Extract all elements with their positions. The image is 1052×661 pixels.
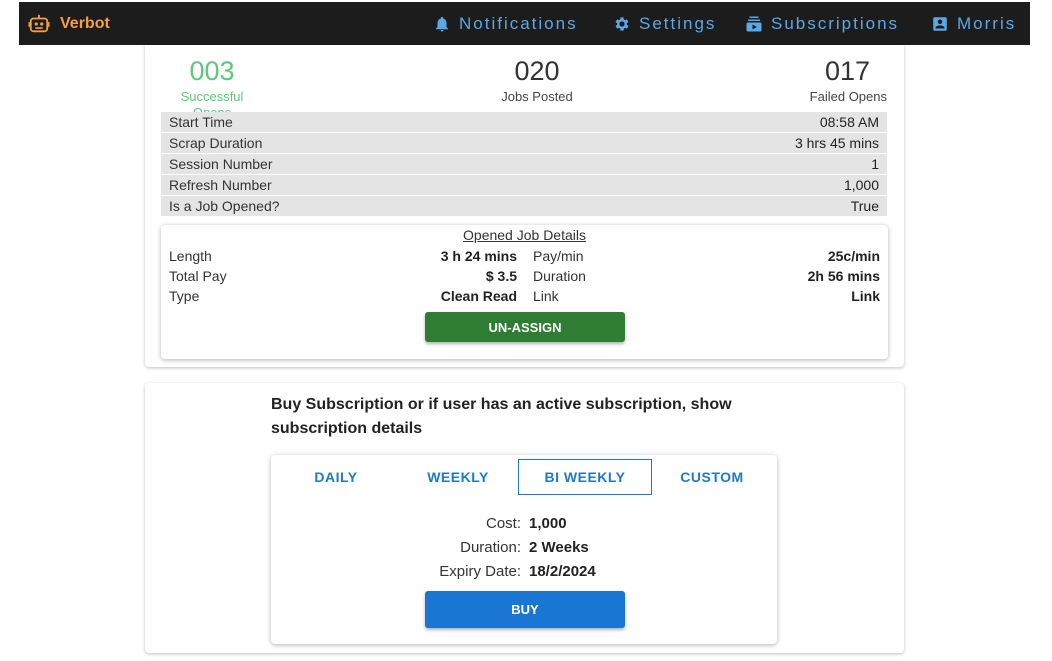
- jobs-posted-label: Jobs Posted: [501, 89, 573, 104]
- job-row: Length 3 h 24 mins Pay/min 25c/min: [169, 246, 880, 266]
- successful-opens-count: 003: [189, 56, 235, 86]
- job-value: Clean Read: [440, 288, 517, 304]
- nav-subscriptions-label: Subscriptions: [771, 13, 900, 33]
- job-key: Total Pay: [169, 268, 227, 284]
- nav-user-morris[interactable]: Morris: [931, 2, 1016, 45]
- plan-detail-value: 18/2/2024: [529, 562, 596, 580]
- job-value: 3 h 24 mins: [440, 248, 517, 264]
- job-key: Link: [533, 288, 559, 304]
- brand[interactable]: Verbot: [28, 2, 110, 45]
- job-key: Type: [169, 288, 200, 304]
- robot-logo-icon: [28, 14, 50, 32]
- job-value: $ 3.5: [485, 268, 517, 284]
- nav-notifications-label: Notifications: [459, 13, 578, 33]
- failed-opens-count: 017: [824, 56, 870, 86]
- job-value: 2h 56 mins: [807, 268, 880, 284]
- nav-user-label: Morris: [957, 13, 1017, 33]
- job-details-grid: Length 3 h 24 mins Pay/min 25c/min Total…: [169, 246, 880, 306]
- job-row: Total Pay $ 3.5 Duration 2h 56 mins: [169, 266, 880, 286]
- jobs-posted-count: 020: [514, 56, 560, 86]
- info-label: Scrap Duration: [169, 135, 263, 151]
- bell-icon: [436, 16, 448, 31]
- gear-icon: [615, 16, 629, 31]
- opened-job-details-card: Opened Job Details Length 3 h 24 mins Pa…: [161, 225, 888, 359]
- tab-weekly[interactable]: WEEKLY: [401, 459, 515, 495]
- tab-bi-weekly[interactable]: BI WEEKLY: [518, 459, 652, 495]
- plan-details: Cost: 1,000 Duration: 2 Weeks Expiry Dat…: [271, 511, 777, 583]
- plan-detail-label: Cost:: [485, 514, 521, 532]
- plan-detail-value: 2 Weeks: [529, 538, 589, 556]
- job-link[interactable]: Link: [697, 288, 880, 304]
- info-value: 3 hrs 45 mins: [794, 135, 879, 151]
- info-row-job-opened: Is a Job Opened? True: [161, 196, 887, 216]
- info-row-session-number: Session Number 1: [161, 154, 887, 174]
- nav-settings-label: Settings: [639, 13, 717, 33]
- plan-duration-row: Duration: 2 Weeks: [271, 535, 777, 559]
- tab-custom[interactable]: CUSTOM: [655, 459, 769, 495]
- subscription-heading: Buy Subscription or if user has an activ…: [271, 396, 732, 437]
- subscription-card: Buy Subscription or if user has an activ…: [145, 383, 904, 653]
- jobs-posted-stat: 020 Jobs Posted: [491, 53, 583, 105]
- info-value: 1,000: [843, 177, 879, 193]
- info-label: Start Time: [169, 114, 233, 130]
- info-value: True: [850, 198, 879, 214]
- plan-cost-row: Cost: 1,000: [271, 511, 777, 535]
- session-info-table: Start Time 08:58 AM Scrap Duration 3 hrs…: [161, 112, 887, 217]
- info-row-scrap-duration: Scrap Duration 3 hrs 45 mins: [161, 133, 887, 153]
- job-row: Type Clean Read Link Link: [169, 286, 880, 306]
- info-row-start-time: Start Time 08:58 AM: [161, 112, 887, 132]
- session-stats-card: 003 Successful Opens 020 Jobs Posted 017…: [145, 45, 904, 367]
- info-value: 1: [871, 156, 879, 172]
- unassign-button[interactable]: UN-ASSIGN: [425, 312, 625, 342]
- failed-opens-stat: 017 Failed Opens: [787, 53, 887, 105]
- buy-button[interactable]: BUY: [425, 591, 625, 628]
- top-navbar: Verbot Notifications Settings Subscripti…: [19, 2, 1030, 45]
- plan-expiry-row: Expiry Date: 18/2/2024: [271, 559, 777, 583]
- job-key: Length: [169, 248, 212, 264]
- info-label: Refresh Number: [169, 177, 272, 193]
- plan-detail-label: Duration:: [460, 538, 521, 556]
- successful-opens-stat: 003 Successful Opens: [161, 53, 263, 121]
- subscriptions-icon: [746, 16, 762, 31]
- job-key: Pay/min: [533, 248, 584, 264]
- account-box-icon: [933, 16, 947, 31]
- plan-detail-value: 1,000: [529, 514, 567, 532]
- tab-daily[interactable]: DAILY: [279, 459, 393, 495]
- failed-opens-label: Failed Opens: [809, 89, 887, 104]
- info-row-refresh-number: Refresh Number 1,000: [161, 175, 887, 195]
- brand-name: Verbot: [60, 14, 110, 32]
- plan-selector-card: DAILY WEEKLY BI WEEKLY CUSTOM Cost: 1,00…: [271, 455, 777, 644]
- job-key: Duration: [533, 268, 586, 284]
- nav-notifications[interactable]: Notifications: [433, 2, 578, 45]
- job-details-title: Opened Job Details: [463, 227, 586, 243]
- plan-tabs: DAILY WEEKLY BI WEEKLY CUSTOM: [271, 459, 777, 495]
- plan-detail-label: Expiry Date:: [439, 562, 521, 580]
- info-value: 08:58 AM: [819, 114, 879, 130]
- job-value: 25c/min: [827, 248, 880, 264]
- nav-subscriptions[interactable]: Subscriptions: [745, 2, 899, 45]
- info-label: Is a Job Opened?: [169, 198, 280, 214]
- info-label: Session Number: [169, 156, 273, 172]
- nav-settings[interactable]: Settings: [613, 2, 716, 45]
